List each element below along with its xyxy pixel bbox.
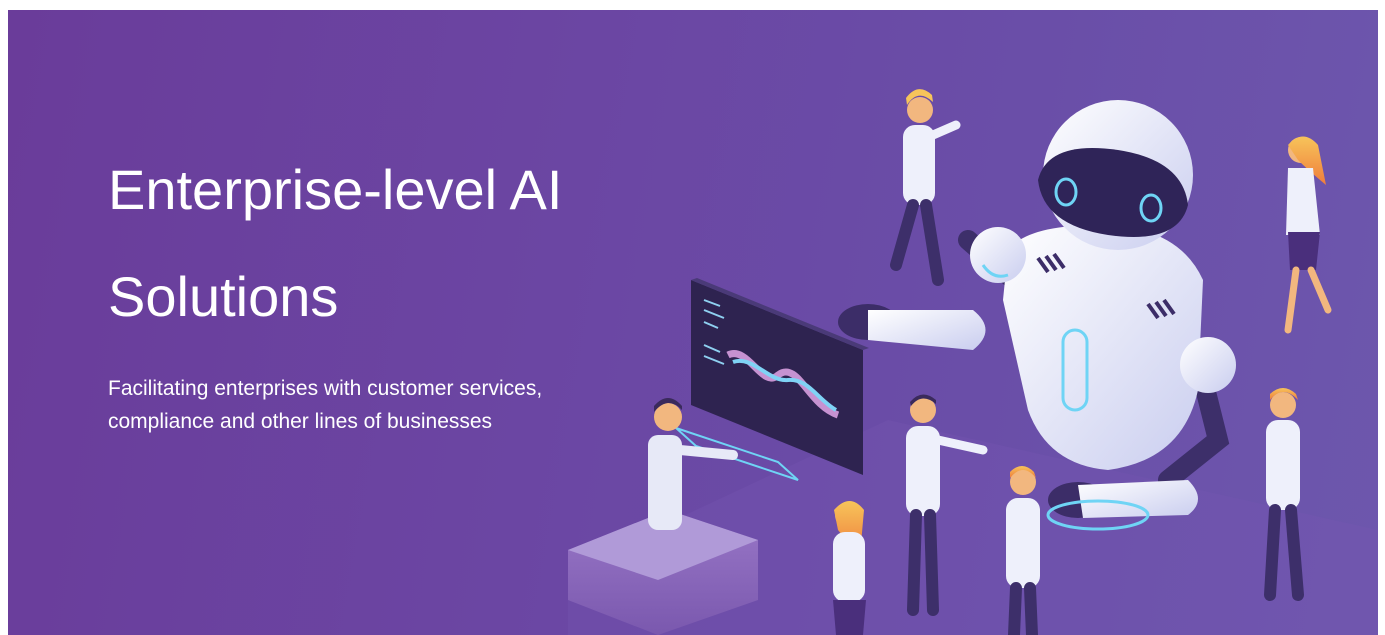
data-screen: [691, 278, 869, 475]
worker-woman-phone: [833, 501, 866, 635]
hero-banner: Enterprise-level AI Solutions Facilitati…: [8, 10, 1378, 635]
ai-robot-illustration: [568, 89, 1378, 635]
worker-phone-top: [890, 89, 961, 286]
robot-body: [1003, 225, 1203, 470]
worker-woman-right: [1284, 136, 1332, 334]
